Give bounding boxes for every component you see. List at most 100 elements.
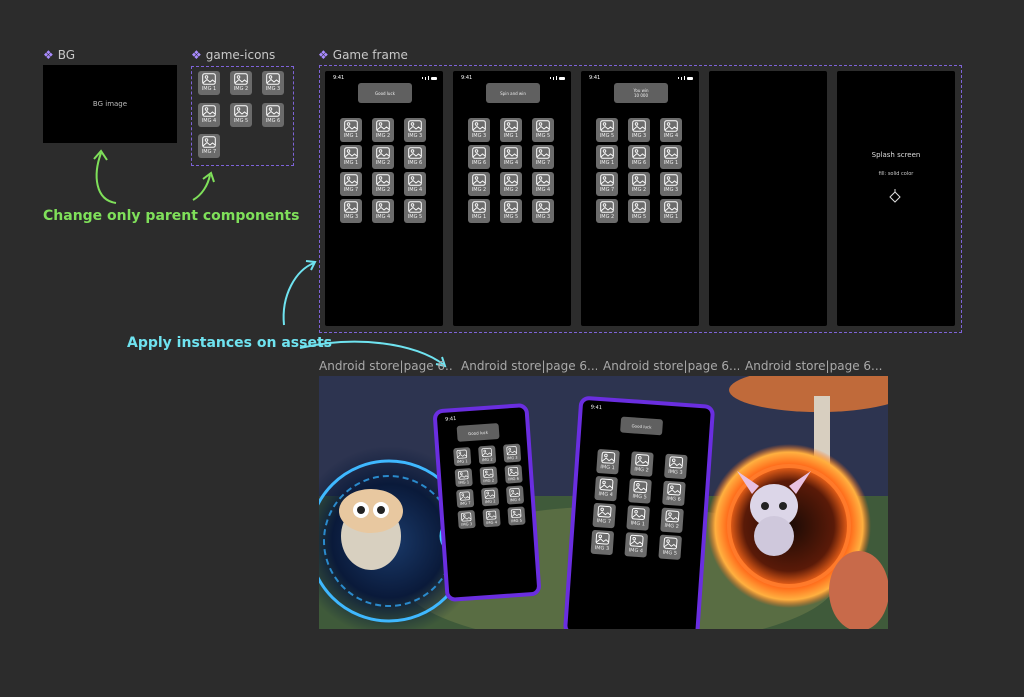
game-icon-tile[interactable]: IMG 6 [662, 480, 686, 507]
game-icon-tile[interactable]: IMG 2 [596, 199, 618, 223]
game-icon-tile[interactable]: IMG 5 [658, 534, 682, 560]
game-icon-tile[interactable]: IMG 6 [504, 464, 523, 484]
game-icon-tile[interactable]: IMG 1 [340, 145, 362, 169]
game-icon-tile[interactable]: IMG 7 [532, 145, 554, 169]
game-icon-tile[interactable]: IMG 2 [630, 451, 654, 477]
bg-component-title[interactable]: ❖ BG [43, 48, 75, 62]
game-icon-tile[interactable]: IMG 7 [340, 172, 362, 196]
game-icon-tile[interactable]: IMG 3 [660, 172, 682, 196]
game-icon-tile[interactable]: IMG 3 [404, 118, 426, 142]
game-icon-tile[interactable]: IMG 7 [456, 488, 474, 509]
game-icon-tile[interactable]: IMG 1 [596, 145, 618, 169]
game-icon-tile[interactable]: IMG 4 [660, 118, 682, 142]
game-icon-tile[interactable]: IMG 3 [468, 118, 490, 142]
game-icon-tile[interactable]: IMG 5 [532, 118, 554, 142]
game-icon-tile[interactable]: IMG 4 [372, 199, 394, 223]
game-icon-tile[interactable]: IMG 5 [628, 478, 652, 504]
game-icon-tile[interactable]: IMG 7 [592, 502, 617, 529]
game-icon-tile[interactable]: IMG 3 [340, 199, 362, 223]
store-page-label-3[interactable]: Android store|page 6... [603, 359, 739, 373]
icon-label: IMG 5 [631, 214, 647, 220]
game-icon-tile[interactable]: IMG 4 [404, 172, 426, 196]
icon-label: IMG 2 [631, 187, 647, 193]
game-frame-title[interactable]: ❖ Game frame [318, 48, 408, 62]
game-icon-tile[interactable]: IMG 1 [453, 447, 471, 467]
game-icon-tile[interactable]: IMG 2 [372, 172, 394, 196]
game-icon-tile[interactable]: IMG 3 [664, 453, 688, 480]
game-icon-tile[interactable]: IMG 3 [532, 199, 554, 223]
store-page-label-2[interactable]: Android store|page 6... [461, 359, 597, 373]
game-icon-tile[interactable]: IMG 4 [500, 145, 522, 169]
game-icon-tile[interactable]: IMG 5 [404, 199, 426, 223]
game-icon-tile[interactable]: IMG 3 [503, 443, 521, 463]
game-icon-tile[interactable]: IMG 5 [230, 103, 252, 127]
icon-label: IMG 2 [375, 187, 391, 193]
game-icon-tile[interactable]: IMG 2 [468, 172, 490, 196]
game-icon-tile[interactable]: IMG 2 [479, 466, 498, 486]
game-icon-tile[interactable]: IMG 1 [596, 448, 620, 475]
game-icon-tile[interactable]: IMG 1 [198, 71, 220, 95]
banner-phone-phone_right[interactable]: 9:41 Good luck IMG 1 IMG 2 IMG 3 IMG 4 IMG 5 IM… [562, 395, 716, 629]
phone-screen-2[interactable]: 9:41 Spin and win IMG 3 IMG 1 IMG 5 IMG 6 IMG … [453, 71, 571, 326]
game-icon-tile[interactable]: IMG 5 [507, 506, 526, 526]
game-icon-tile[interactable]: IMG 7 [596, 172, 618, 196]
game-icon-tile[interactable]: IMG 1 [340, 118, 362, 142]
icon-label: IMG 1 [458, 480, 470, 485]
game-icon-tile[interactable]: IMG 4 [505, 485, 524, 505]
game-icon-tile[interactable]: IMG 3 [262, 71, 284, 95]
store-page-label-4[interactable]: Android store|page 6... [745, 359, 885, 373]
game-icon-tile[interactable]: IMG 2 [628, 172, 650, 196]
game-icon-tile[interactable]: IMG 2 [478, 445, 496, 465]
game-icon-tile[interactable]: IMG 6 [628, 145, 650, 169]
game-icon-tile[interactable]: IMG 5 [500, 199, 522, 223]
icon-label: IMG 3 [407, 133, 423, 139]
game-icon-tile[interactable]: IMG 1 [626, 505, 650, 531]
icon-label: IMG 2 [471, 187, 487, 193]
game-icon-tile[interactable]: IMG 4 [198, 103, 220, 127]
phone-screen-3[interactable]: 9:41 You win 10 000 IMG 5 IMG 3 IMG 4 IMG 1 IM… [581, 71, 699, 326]
image-placeholder-icon [376, 120, 390, 132]
icon-label: IMG 6 [471, 160, 487, 166]
game-icons-component-title[interactable]: ❖ game-icons [191, 48, 275, 62]
game-icon-tile[interactable]: IMG 6 [404, 145, 426, 169]
game-icon-tile[interactable]: IMG 5 [596, 118, 618, 142]
game-icon-tile[interactable]: IMG 4 [594, 475, 618, 502]
game-icon-tile[interactable]: IMG 3 [590, 529, 615, 556]
icon-label: IMG 4 [407, 187, 423, 193]
game-icon-tile[interactable]: IMG 2 [372, 145, 394, 169]
image-placeholder-icon [234, 105, 248, 117]
game-icon-tile[interactable]: IMG 2 [660, 507, 684, 534]
phone-screen-5[interactable]: Splash screen fill: solid color [837, 71, 955, 326]
image-placeholder-icon [633, 480, 648, 494]
game-icon-tile[interactable]: IMG 1 [660, 145, 682, 169]
game-icon-tile[interactable]: IMG 1 [454, 468, 473, 488]
game-icon-tile[interactable]: IMG 6 [262, 103, 284, 127]
banner-phone-phone_left[interactable]: 9:41 Good luck IMG 1 IMG 2 IMG 3 IMG 1 IMG 2 IM… [432, 402, 542, 603]
game-icon-tile[interactable]: IMG 3 [628, 118, 650, 142]
game-icon-tile[interactable]: IMG 3 [457, 509, 476, 530]
phone-screen-4[interactable] [709, 71, 827, 326]
game-icon-tile[interactable]: IMG 2 [481, 487, 499, 507]
game-icon-tile[interactable]: IMG 1 [468, 199, 490, 223]
image-placeholder-icon [632, 147, 646, 159]
game-icon-tile[interactable]: IMG 4 [532, 172, 554, 196]
game-icon-tile[interactable]: IMG 5 [628, 199, 650, 223]
icon-label: IMG 4 [628, 547, 644, 555]
game-icon-tile[interactable]: IMG 2 [372, 118, 394, 142]
bg-image-box[interactable]: BG image [43, 65, 177, 143]
game-icon-tile[interactable]: IMG 4 [482, 508, 501, 528]
game-icon-tile[interactable]: IMG 4 [624, 532, 649, 558]
icon-label: IMG 3 [461, 522, 473, 527]
store-page-label-1[interactable]: Android store|page 6... [319, 359, 452, 373]
game-icon-tile[interactable]: IMG 2 [500, 172, 522, 196]
game-icon-tile[interactable]: IMG 1 [500, 118, 522, 142]
image-placeholder-icon [344, 147, 358, 159]
status-time: 9:41 [589, 75, 601, 81]
icon-label: IMG 4 [201, 118, 217, 124]
message-box: Good luck [358, 83, 412, 103]
game-icon-tile[interactable]: IMG 1 [660, 199, 682, 223]
game-icon-tile[interactable]: IMG 6 [468, 145, 490, 169]
game-icon-tile[interactable]: IMG 2 [230, 71, 252, 95]
icon-label: IMG 3 [535, 214, 551, 220]
store-banner-artwork[interactable]: 9:41 Good luck IMG 1 IMG 2 IMG 3 IMG 1 IMG 2 IM… [319, 376, 888, 629]
